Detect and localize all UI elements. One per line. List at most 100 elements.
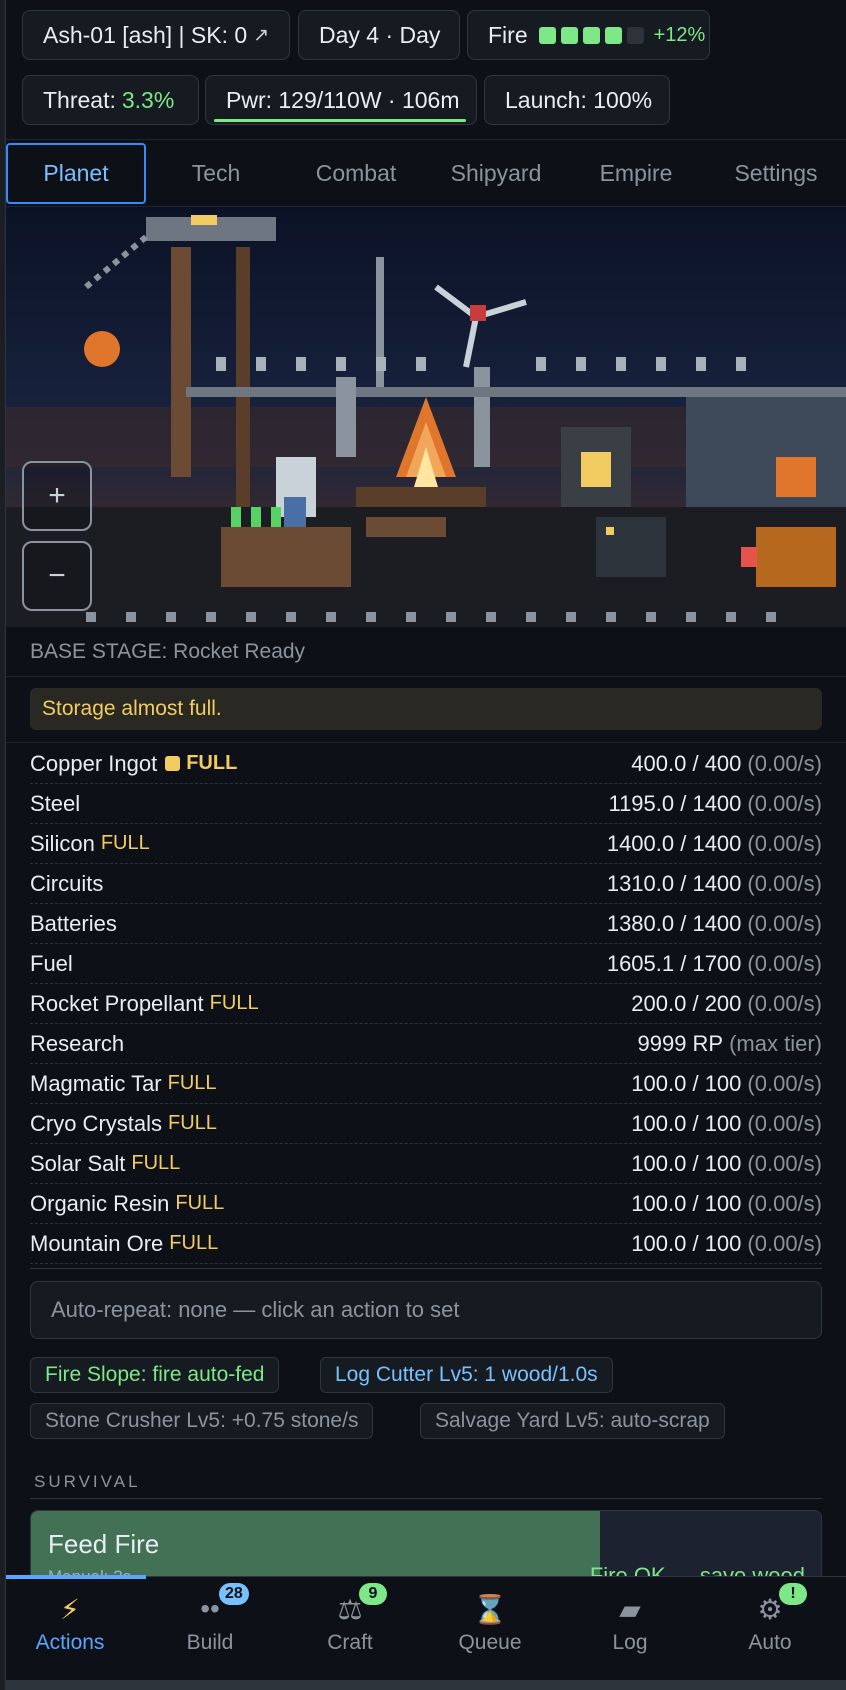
resource-value-cell: 100.0 / 100 (0.00/s) — [631, 1111, 822, 1137]
nav-log[interactable]: ▰ Log — [560, 1577, 700, 1690]
divider — [30, 1268, 822, 1269]
resource-rate: (0.00/s) — [747, 990, 822, 1016]
automation-tag-log-cutter: Log Cutter Lv5: 1 wood/1.0s — [320, 1357, 613, 1393]
nav-footer-bar — [0, 1680, 846, 1690]
resource-value-cell: 100.0 / 100 (0.00/s) — [631, 1231, 822, 1257]
fire-label: Fire — [488, 21, 528, 48]
left-edge — [0, 0, 6, 1690]
resource-row: Mountain Ore FULL 100.0 / 100 (0.00/s) — [30, 1224, 822, 1264]
resource-name-cell: Magmatic Tar FULL — [30, 1071, 217, 1097]
external-link-icon: ↗ — [253, 24, 270, 46]
full-badge: FULL — [169, 1232, 219, 1254]
resource-value-cell: 100.0 / 100 (0.00/s) — [631, 1191, 822, 1217]
base-label: Ash-01 [ash] | SK: 0 — [43, 21, 248, 48]
tab-tech[interactable]: Tech — [146, 141, 286, 206]
resource-row: Fuel 1605.1 / 1700 (0.00/s) — [30, 944, 822, 984]
resource-rate: (0.00/s) — [747, 870, 822, 896]
nav-auto[interactable]: ⚙ Auto! — [700, 1577, 840, 1690]
resource-rate: (0.00/s) — [747, 950, 822, 976]
nav-label: Log — [612, 1631, 648, 1654]
resource-value-cell: 1195.0 / 1400 (0.00/s) — [608, 791, 822, 817]
fire-segment — [626, 26, 644, 44]
zoom-out-button[interactable]: − — [22, 541, 92, 611]
tab-settings[interactable]: Settings — [706, 141, 846, 206]
resource-row: Rocket Propellant FULL 200.0 / 200 (0.00/s) — [30, 984, 822, 1024]
base-scene[interactable]: + − — [6, 207, 846, 627]
resource-value-cell: 1605.1 / 1700 (0.00/s) — [607, 951, 822, 977]
automation-tag-fire-slope: Fire Slope: fire auto-fed — [30, 1357, 280, 1393]
nav-label: Craft — [327, 1631, 373, 1654]
resource-amount: 100.0 / 100 — [631, 1230, 742, 1256]
base-id-pill[interactable]: Ash-01 [ash] | SK: 0 ↗ — [22, 10, 290, 60]
resource-row: Batteries 1380.0 / 1400 (0.00/s) — [30, 904, 822, 944]
resource-name-cell: Rocket Propellant FULL — [30, 991, 259, 1017]
status-header: Ash-01 [ash] | SK: 0 ↗ Day 4 · Day Fire … — [6, 0, 846, 140]
launch-pill: Launch: 100% — [484, 75, 670, 125]
resource-row: Copper Ingot FULL 400.0 / 400 (0.00/s) — [30, 744, 822, 784]
resource-row: Research 9999 RP (max tier) — [30, 1024, 822, 1064]
build-icon: •• — [200, 1593, 220, 1624]
power-label: Pwr: 129/110W · 106m — [226, 86, 460, 113]
resource-row: Organic Resin FULL 100.0 / 100 (0.00/s) — [30, 1184, 822, 1224]
fire-meter — [534, 26, 644, 44]
full-badge: FULL — [168, 1112, 217, 1134]
fire-boost: +12% — [653, 23, 706, 46]
nav-actions[interactable]: ⚡ Actions — [0, 1577, 140, 1690]
full-badge: FULL — [167, 1072, 217, 1094]
day-pill: Day 4 · Day — [298, 10, 460, 60]
nav-build[interactable]: •• Build 28 — [140, 1577, 280, 1690]
nav-label: Build — [186, 1631, 234, 1654]
resource-name: Batteries — [30, 910, 117, 936]
auto-repeat-status: Auto-repeat: none — click an action to s… — [30, 1281, 822, 1339]
resource-name-cell: Organic Resin FULL — [30, 1191, 224, 1217]
resource-name: Solar Salt — [30, 1150, 126, 1176]
resource-name: Fuel — [30, 950, 73, 976]
resource-row: Steel 1195.0 / 1400 (0.00/s) — [30, 784, 822, 824]
power-bar-fill — [214, 119, 466, 122]
resource-name: Mountain Ore — [30, 1230, 164, 1256]
resource-amount: 9999 RP — [637, 1030, 724, 1056]
full-badge: FULL — [131, 1152, 181, 1174]
base-stage: BASE STAGE: Rocket Ready — [6, 627, 846, 677]
tab-planet[interactable]: Planet — [6, 143, 146, 204]
fire-segment — [538, 26, 556, 44]
resource-amount: 100.0 / 100 — [631, 1070, 742, 1096]
automation-tag-salvage-yard: Salvage Yard Lv5: auto-scrap — [420, 1403, 725, 1439]
tab-combat[interactable]: Combat — [286, 141, 426, 206]
nav-label: Auto — [748, 1631, 792, 1654]
resource-rate: (0.00/s) — [747, 750, 822, 776]
resource-value-cell: 1380.0 / 1400 (0.00/s) — [607, 911, 822, 937]
resource-rate: (0.00/s) — [747, 1150, 822, 1176]
nav-queue[interactable]: ⌛ Queue — [420, 1577, 560, 1690]
resource-row: Circuits 1310.0 / 1400 (0.00/s) — [30, 864, 822, 904]
resource-value-cell: 200.0 / 200 (0.00/s) — [631, 991, 822, 1017]
nav-craft[interactable]: ⚖ Craft 9 — [280, 1577, 420, 1690]
resource-amount: 1400.0 / 1400 — [606, 830, 742, 856]
resource-row: Silicon FULL 1400.0 / 1400 (0.00/s) — [30, 824, 822, 864]
zoom-in-button[interactable]: + — [22, 461, 92, 531]
resource-amount: 200.0 / 200 — [631, 990, 742, 1016]
resource-amount: 100.0 / 100 — [631, 1110, 742, 1136]
tab-empire[interactable]: Empire — [566, 141, 706, 206]
resource-amount: 400.0 / 400 — [631, 750, 742, 776]
resource-rate: (0.00/s) — [747, 1110, 822, 1136]
lightning-icon: ⚡ — [60, 1593, 80, 1625]
resource-chip-icon — [165, 756, 181, 771]
resource-rate: (0.00/s) — [747, 830, 822, 856]
resource-row: Magmatic Tar FULL 100.0 / 100 (0.00/s) — [30, 1064, 822, 1104]
divider — [30, 1498, 822, 1499]
resource-amount: 1310.0 / 1400 — [606, 870, 742, 896]
threat-label: Threat: — [43, 86, 116, 113]
nav-badge: 28 — [219, 1583, 249, 1605]
resource-name-cell: Cryo Crystals FULL — [30, 1111, 217, 1137]
resource-list: Copper Ingot FULL 400.0 / 400 (0.00/s) Steel… — [30, 744, 822, 1264]
power-pill: Pwr: 129/110W · 106m — [205, 75, 477, 125]
storage-warning: Storage almost full. — [30, 688, 822, 730]
resource-amount: 100.0 / 100 — [631, 1190, 742, 1216]
resource-name: Rocket Propellant — [30, 990, 204, 1016]
full-badge: FULL — [100, 832, 150, 854]
full-badge: FULL — [209, 992, 259, 1014]
resource-amount: 1605.1 / 1700 — [606, 950, 742, 976]
base-scene-art — [6, 207, 846, 627]
tab-shipyard[interactable]: Shipyard — [426, 141, 566, 206]
